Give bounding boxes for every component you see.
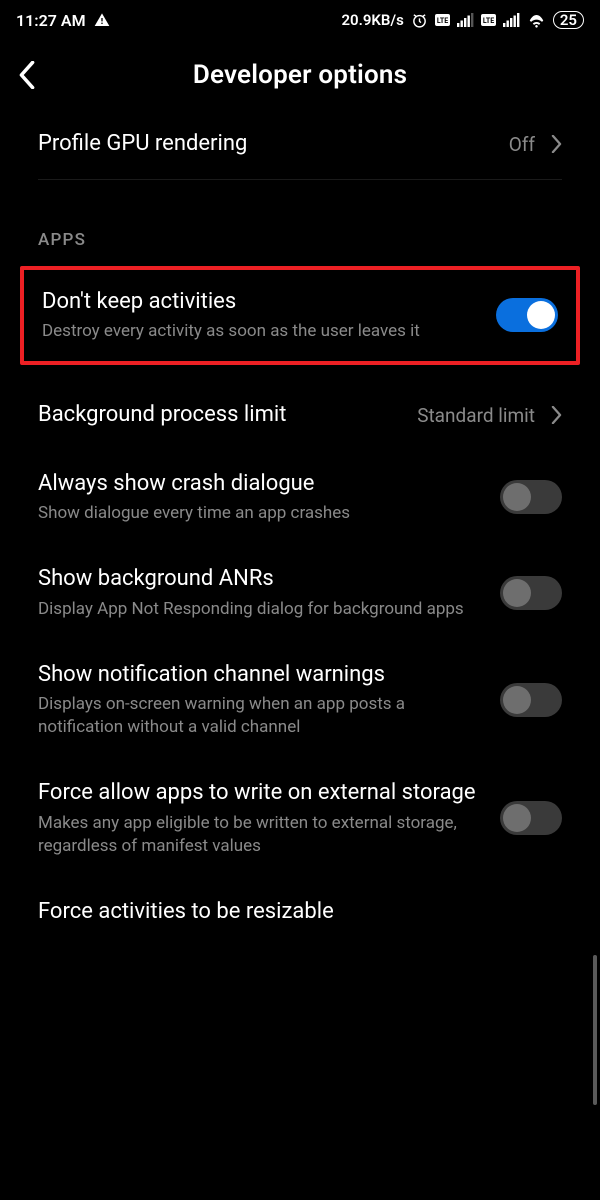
row-value: Off — [509, 133, 535, 156]
row-label: Profile GPU rendering — [38, 130, 495, 159]
signal-icon-1 — [457, 13, 474, 27]
volte-icon-1: LTE — [435, 14, 450, 26]
row-label: Always show crash dialogue — [38, 470, 486, 499]
row-force-resizable[interactable]: Force activities to be resizable — [0, 878, 600, 933]
row-background-anrs[interactable]: Show background ANRs Display App Not Res… — [0, 545, 600, 641]
row-label: Background process limit — [38, 401, 403, 430]
highlight-dont-keep-activities: Don't keep activities Destroy every acti… — [20, 266, 580, 366]
row-value: Standard limit — [417, 404, 535, 427]
volte-icon-2: LTE — [481, 14, 496, 26]
wifi-icon — [527, 13, 546, 28]
row-label: Force allow apps to write on external st… — [38, 779, 486, 808]
row-label: Show notification channel warnings — [38, 661, 486, 690]
row-sublabel: Displays on-screen warning when an app p… — [38, 693, 486, 739]
row-notification-warnings[interactable]: Show notification channel warnings Displ… — [0, 641, 600, 759]
svg-text:LTE: LTE — [437, 17, 448, 25]
signal-icon-2 — [503, 13, 520, 27]
row-external-storage[interactable]: Force allow apps to write on external st… — [0, 759, 600, 877]
status-bar: 11:27 AM 20.9KB/s LTE LTE — [0, 0, 600, 40]
status-netspeed: 20.9KB/s — [341, 11, 403, 29]
chevron-right-icon — [551, 135, 562, 153]
row-sublabel: Destroy every activity as soon as the us… — [42, 320, 482, 343]
warning-icon — [94, 12, 110, 28]
row-dont-keep-activities[interactable]: Don't keep activities Destroy every acti… — [24, 270, 576, 362]
toggle-dont-keep-activities[interactable] — [496, 298, 558, 332]
row-profile-gpu[interactable]: Profile GPU rendering Off — [0, 110, 600, 179]
toggle-background-anrs[interactable] — [500, 576, 562, 610]
row-crash-dialogue[interactable]: Always show crash dialogue Show dialogue… — [0, 450, 600, 546]
battery-indicator: 25 — [553, 11, 584, 29]
chevron-right-icon — [551, 406, 562, 424]
page-title: Developer options — [18, 60, 582, 90]
row-label: Show background ANRs — [38, 565, 486, 594]
alarm-icon — [411, 12, 428, 29]
row-sublabel: Show dialogue every time an app crashes — [38, 502, 486, 525]
row-sublabel: Display App Not Responding dialog for ba… — [38, 598, 486, 621]
row-label: Don't keep activities — [42, 288, 482, 317]
row-label: Force activities to be resizable — [38, 898, 562, 927]
scrollbar-thumb[interactable] — [593, 955, 597, 1105]
section-header-apps: APPS — [0, 180, 600, 256]
toggle-crash-dialogue[interactable] — [500, 480, 562, 514]
toggle-external-storage[interactable] — [500, 801, 562, 835]
app-header: Developer options — [0, 40, 600, 110]
row-sublabel: Makes any app eligible to be written to … — [38, 812, 486, 858]
status-time: 11:27 AM — [16, 11, 86, 30]
svg-text:LTE: LTE — [483, 17, 494, 25]
row-background-process-limit[interactable]: Background process limit Standard limit — [0, 381, 600, 450]
toggle-notification-warnings[interactable] — [500, 683, 562, 717]
